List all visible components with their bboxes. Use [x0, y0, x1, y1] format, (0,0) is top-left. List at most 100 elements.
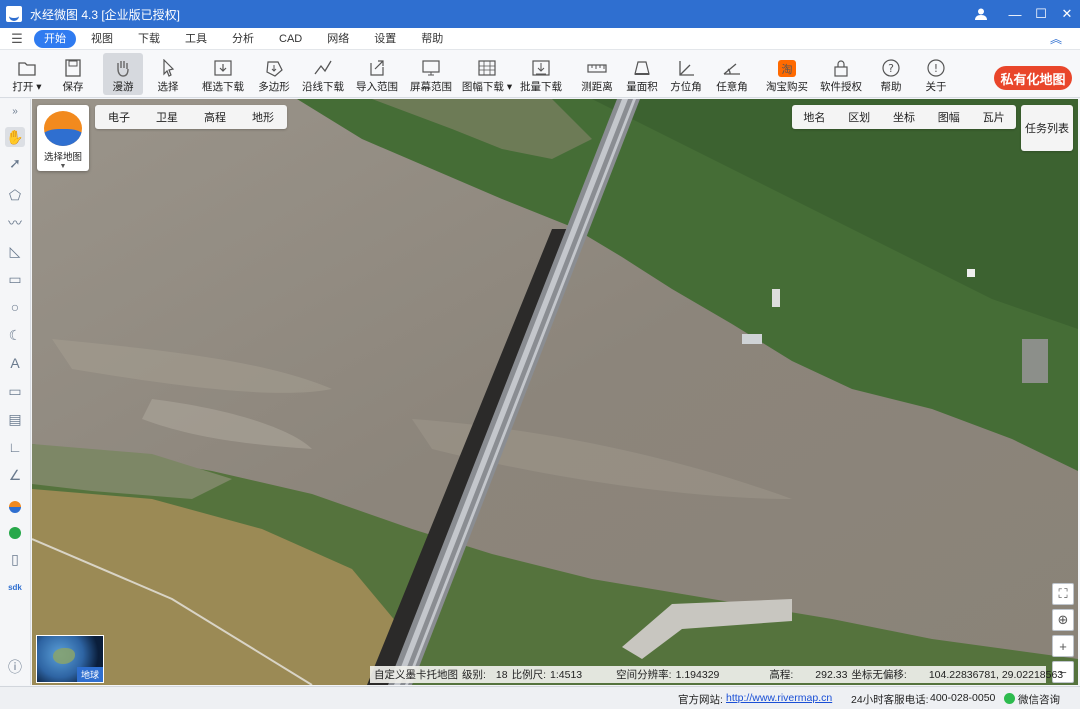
- pointer-icon: [157, 59, 179, 77]
- azimuth-button[interactable]: 方位角: [669, 53, 703, 95]
- taobao-icon: 淘: [778, 60, 796, 77]
- batch-download-label: 批量下载: [520, 81, 562, 93]
- box-download-button[interactable]: 框选下载: [199, 53, 247, 95]
- rectangle-icon[interactable]: ▭: [5, 269, 25, 289]
- maximize-icon[interactable]: ☐: [1028, 0, 1054, 28]
- sdk-icon[interactable]: sdk: [5, 577, 25, 597]
- select-label: 选择: [157, 81, 179, 93]
- menu-view[interactable]: 视图: [81, 30, 123, 48]
- menu-analysis[interactable]: 分析: [222, 30, 264, 48]
- private-map-button[interactable]: 私有化地图: [994, 66, 1072, 90]
- pan-button[interactable]: 漫游: [103, 53, 143, 95]
- map-status-bar: 自定义墨卡托地图 级别: 18 比例尺: 1:4513 空间分辨率: 1.194…: [370, 666, 1063, 683]
- measure-area-button[interactable]: 量面积: [625, 53, 659, 95]
- left-toolbar: » ✋ ➚ ⬠ 〰 ◺ ▭ ○ ☾ A ▭ ▤ ∟ ∠ ▯ sdk ⓘ: [0, 99, 31, 685]
- collapse-ribbon-icon[interactable]: ︽: [1050, 30, 1062, 47]
- menu-tools[interactable]: 工具: [175, 30, 217, 48]
- image-icon[interactable]: ▤: [5, 409, 25, 429]
- overlay-divisions[interactable]: 区划: [848, 109, 870, 125]
- screen-range-icon: [420, 59, 442, 77]
- map-type-satellite[interactable]: 卫星: [156, 109, 178, 125]
- zoom-in-icon[interactable]: +: [1052, 635, 1074, 657]
- projection-text: 自定义墨卡托地图: [374, 669, 458, 681]
- globe-land: [53, 648, 75, 664]
- app-logo-icon: [6, 6, 22, 22]
- area-icon[interactable]: ◺: [5, 241, 25, 261]
- overlay-coordinates[interactable]: 坐标: [893, 109, 915, 125]
- license-button[interactable]: 软件授权: [820, 53, 862, 95]
- overlay-placenames[interactable]: 地名: [803, 109, 825, 125]
- hamburger-menu-icon[interactable]: ☰: [0, 31, 34, 47]
- save-button[interactable]: 保存: [58, 53, 88, 95]
- ribbon-toolbar: 打开 ▾ 保存 漫游 选择 框选下载 多边形 沿线下载 导入范围 屏幕范围 图幅…: [0, 50, 1080, 98]
- map-type-electronic[interactable]: 电子: [108, 109, 130, 125]
- expand-icon[interactable]: »: [5, 101, 25, 121]
- menu-settings[interactable]: 设置: [364, 30, 406, 48]
- polygon-download-icon: [263, 59, 285, 77]
- menu-start[interactable]: 开始: [34, 29, 76, 48]
- svg-text:?: ?: [888, 62, 894, 75]
- hand-icon[interactable]: ✋: [5, 127, 25, 147]
- batch-download-button[interactable]: 批量下载: [520, 53, 562, 95]
- arc-icon[interactable]: ☾: [5, 325, 25, 345]
- screen-range-button[interactable]: 屏幕范围: [410, 53, 452, 95]
- menu-download[interactable]: 下载: [128, 30, 170, 48]
- polygon-icon[interactable]: ⬠: [5, 185, 25, 205]
- polygon-download-button[interactable]: 多边形: [256, 53, 292, 95]
- lock-icon: [830, 59, 852, 77]
- angle-icon[interactable]: ∠: [5, 465, 25, 485]
- text-icon[interactable]: A: [5, 353, 25, 373]
- line-download-button[interactable]: 沿线下载: [302, 53, 344, 95]
- polygon-download-label: 多边形: [258, 81, 290, 93]
- ruler-icon[interactable]: ▭: [5, 381, 25, 401]
- wechat-consult[interactable]: 微信咨询: [1004, 692, 1060, 707]
- azimuth-icon[interactable]: ∟: [5, 437, 25, 457]
- map-type-elevation[interactable]: 高程: [204, 109, 226, 125]
- globe-label: 地球: [76, 667, 103, 682]
- phone-icon[interactable]: ▯: [5, 549, 25, 569]
- wechat-label: 微信咨询: [1018, 694, 1060, 706]
- user-icon[interactable]: [968, 0, 994, 28]
- resolution-label: 空间分辨率:: [616, 669, 672, 681]
- about-button[interactable]: ! 关于: [921, 53, 951, 95]
- fullscreen-icon[interactable]: ⛶: [1052, 583, 1074, 605]
- measure-distance-label: 测距离: [581, 81, 613, 93]
- minimize-icon[interactable]: —: [1002, 0, 1028, 28]
- map-type-terrain[interactable]: 地形: [252, 109, 274, 125]
- task-list-button[interactable]: 任务列表: [1021, 105, 1073, 151]
- menu-cad[interactable]: CAD: [269, 30, 312, 48]
- any-angle-label: 任意角: [716, 81, 748, 93]
- azimuth-label: 方位角: [670, 81, 702, 93]
- taobao-buy-button[interactable]: 淘 淘宝购买: [766, 53, 808, 95]
- pan-label: 漫游: [112, 81, 134, 93]
- measure-distance-button[interactable]: 测距离: [580, 53, 614, 95]
- polyline-icon[interactable]: 〰: [5, 213, 25, 233]
- overlay-tiles[interactable]: 瓦片: [983, 109, 1005, 125]
- sheet-download-button[interactable]: 图幅下载 ▾: [462, 53, 512, 95]
- pointer-icon[interactable]: ➚: [5, 153, 25, 173]
- website-link[interactable]: http://www.rivermap.cn: [726, 692, 832, 704]
- select-button[interactable]: 选择: [153, 53, 183, 95]
- coord-value: 104.22836781, 29.02218563: [928, 668, 1064, 681]
- map-view[interactable]: 选择地图 ▼ 电子 卫星 高程 地形 地名 区划 坐标 图幅 瓦片 任务列表 ⛶…: [32, 99, 1078, 685]
- circle-icon[interactable]: ○: [5, 297, 25, 317]
- help-button[interactable]: ? 帮助: [876, 53, 906, 95]
- screen-range-label: 屏幕范围: [410, 81, 452, 93]
- menu-network[interactable]: 网络: [317, 30, 359, 48]
- link-icon[interactable]: [5, 523, 25, 543]
- locate-icon[interactable]: ⊕: [1052, 609, 1074, 631]
- save-label: 保存: [62, 81, 84, 93]
- open-button[interactable]: 打开 ▾: [12, 53, 42, 95]
- globe-overview[interactable]: 地球: [36, 635, 104, 683]
- help-icon[interactable]: ⓘ: [5, 657, 25, 677]
- map-source-selector[interactable]: 选择地图 ▼: [37, 105, 89, 171]
- close-icon[interactable]: ✕: [1054, 0, 1080, 28]
- hotline-value: 400-028-0050: [930, 692, 996, 704]
- menu-help[interactable]: 帮助: [411, 30, 453, 48]
- any-angle-button[interactable]: 任意角: [715, 53, 749, 95]
- box-download-icon: [212, 59, 234, 77]
- import-range-button[interactable]: 导入范围: [356, 53, 398, 95]
- map-logo-icon[interactable]: [5, 497, 25, 517]
- overlay-sheets[interactable]: 图幅: [938, 109, 960, 125]
- import-range-icon: [366, 59, 388, 77]
